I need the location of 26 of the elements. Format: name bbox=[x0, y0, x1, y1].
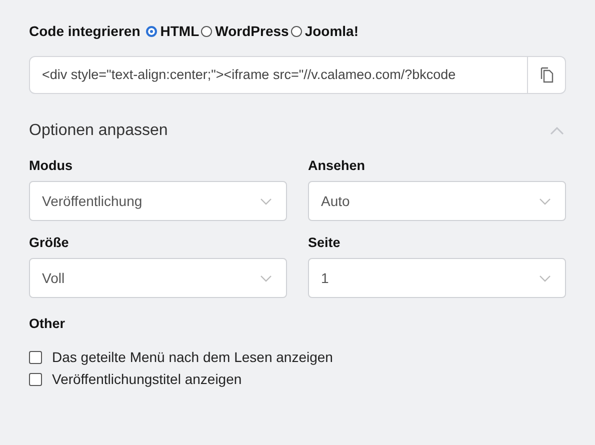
checkbox-option[interactable]: Das geteilte Menü nach dem Lesen anzeigen bbox=[29, 349, 566, 365]
format-radio[interactable]: Joomla! bbox=[290, 23, 358, 39]
field-label: Größe bbox=[29, 235, 70, 250]
group-label: Other bbox=[29, 316, 66, 331]
code-field[interactable]: <div style="text-align:center;"><iframe src="//v.calameo.com/?bkcode bbox=[29, 56, 566, 94]
chevron-down-icon bbox=[260, 274, 272, 282]
select-field[interactable]: 1 bbox=[308, 258, 566, 298]
checkbox-label: Veröffentlichungstitel anzeigen bbox=[52, 371, 242, 387]
checkbox[interactable] bbox=[29, 350, 42, 364]
checkbox-option[interactable]: Veröffentlichungstitel anzeigen bbox=[29, 371, 566, 387]
field-label: Seite bbox=[308, 235, 342, 250]
select-field[interactable]: Voll bbox=[29, 258, 287, 298]
embed-label: Code integrieren bbox=[29, 23, 140, 39]
format-radio[interactable]: HTML bbox=[146, 23, 200, 39]
select-field[interactable]: Veröffentlichung bbox=[29, 181, 287, 221]
chevron-down-icon bbox=[260, 198, 272, 204]
chevron-down-icon bbox=[539, 198, 551, 204]
checkbox[interactable] bbox=[29, 372, 42, 386]
section-title: Optionen anpassen bbox=[29, 122, 168, 140]
field-label: Ansehen bbox=[308, 158, 366, 173]
field-label: Modus bbox=[29, 158, 74, 173]
copy-icon bbox=[540, 67, 554, 83]
checkbox-label: Das geteilte Menü nach dem Lesen anzeigen bbox=[52, 349, 333, 365]
chevron-down-icon bbox=[539, 274, 551, 282]
select-field[interactable]: Auto bbox=[308, 181, 566, 221]
format-radio[interactable]: WordPress bbox=[201, 23, 289, 39]
